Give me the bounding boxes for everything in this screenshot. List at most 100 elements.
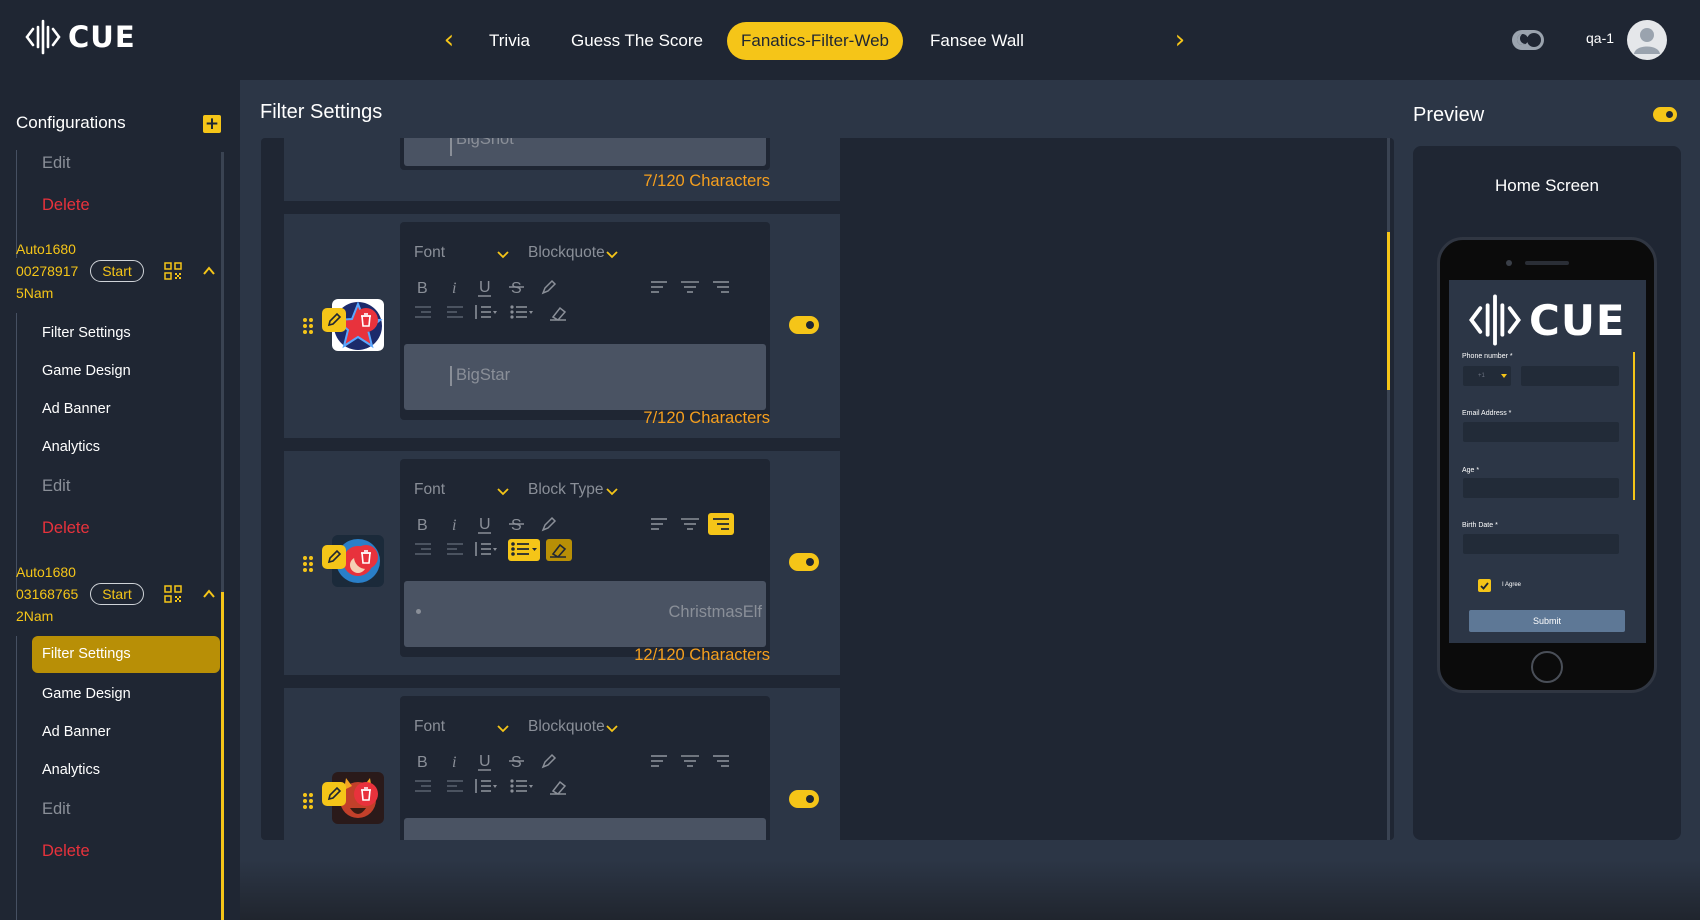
- preview-toggle[interactable]: [1653, 107, 1677, 122]
- qr-code-icon[interactable]: [164, 585, 182, 603]
- chevron-down-icon[interactable]: [605, 722, 619, 734]
- sidebar-item-edit[interactable]: Edit: [42, 154, 70, 173]
- underline-icon[interactable]: U: [472, 750, 498, 772]
- drag-handle-icon[interactable]: [302, 555, 314, 573]
- strikethrough-icon[interactable]: S: [504, 276, 530, 298]
- trash-icon[interactable]: [354, 782, 378, 806]
- trash-icon[interactable]: [354, 545, 378, 569]
- align-center-icon[interactable]: [677, 513, 703, 535]
- trash-icon[interactable]: [354, 308, 378, 332]
- italic-icon[interactable]: i: [442, 513, 468, 535]
- game-name[interactable]: Auto1680 00278917 5Nam: [16, 238, 78, 304]
- chevron-down-icon[interactable]: [496, 485, 510, 497]
- highlight-icon[interactable]: [536, 276, 562, 298]
- sidebar-item-filter-settings[interactable]: Filter Settings: [32, 636, 220, 673]
- tab-fanatics-filter-web[interactable]: Fanatics-Filter-Web: [727, 22, 903, 60]
- bold-icon[interactable]: B: [410, 750, 436, 772]
- sidebar-item-game-design[interactable]: Game Design: [42, 363, 131, 379]
- add-configuration-button[interactable]: +: [203, 115, 221, 133]
- sidebar-item-filter-settings[interactable]: Filter Settings: [42, 325, 131, 341]
- chevron-down-icon[interactable]: [496, 722, 510, 734]
- start-button[interactable]: Start: [90, 260, 144, 282]
- block-type-select[interactable]: Blockquote: [528, 718, 605, 736]
- ordered-list-icon[interactable]: [472, 539, 498, 561]
- sidebar-item-delete[interactable]: Delete: [42, 196, 90, 215]
- block-type-select[interactable]: Blockquote: [528, 244, 605, 262]
- align-left-icon[interactable]: [646, 750, 672, 772]
- font-select[interactable]: Font: [414, 718, 445, 736]
- bullet-list-icon[interactable]: [508, 539, 540, 561]
- tab-trivia[interactable]: Trivia: [475, 22, 544, 60]
- filter-enabled-toggle[interactable]: [789, 790, 819, 808]
- filter-text-input[interactable]: ChristmasElf: [404, 581, 766, 647]
- qr-code-icon[interactable]: [164, 262, 182, 280]
- sidebar-scroll-thumb[interactable]: [221, 592, 224, 920]
- sidebar-item-analytics[interactable]: Analytics: [42, 762, 100, 778]
- edit-icon[interactable]: [322, 308, 346, 332]
- indent-icon[interactable]: [410, 539, 436, 561]
- nav-prev-arrow-icon[interactable]: ‹: [437, 26, 461, 54]
- start-button[interactable]: Start: [90, 583, 144, 605]
- sidebar-item-ad-banner[interactable]: Ad Banner: [42, 724, 111, 740]
- bold-icon[interactable]: B: [410, 276, 436, 298]
- align-left-icon[interactable]: [646, 513, 672, 535]
- filter-text-input[interactable]: BigStar: [404, 344, 766, 410]
- chevron-up-icon[interactable]: [202, 587, 216, 601]
- sidebar-scrollbar[interactable]: [221, 152, 224, 920]
- ordered-list-icon[interactable]: [472, 776, 498, 798]
- theme-toggle[interactable]: [1512, 30, 1544, 50]
- sidebar-item-analytics[interactable]: Analytics: [42, 439, 100, 455]
- italic-icon[interactable]: i: [442, 750, 468, 772]
- sidebar-item-delete[interactable]: Delete: [42, 842, 90, 861]
- strikethrough-icon[interactable]: S: [504, 750, 530, 772]
- filter-list-scrollbar[interactable]: [1387, 138, 1390, 840]
- tab-fansee-wall[interactable]: Fansee Wall: [916, 22, 1038, 60]
- edit-icon[interactable]: [322, 782, 346, 806]
- sidebar-item-edit[interactable]: Edit: [42, 477, 70, 496]
- eraser-icon[interactable]: [546, 539, 572, 561]
- drag-handle-icon[interactable]: [302, 317, 314, 335]
- bold-icon[interactable]: B: [410, 513, 436, 535]
- align-center-icon[interactable]: [677, 750, 703, 772]
- underline-icon[interactable]: U: [472, 276, 498, 298]
- filter-text-input[interactable]: BigShot: [404, 138, 766, 166]
- indent-icon[interactable]: [410, 302, 436, 324]
- avatar[interactable]: [1627, 20, 1667, 60]
- align-left-icon[interactable]: [646, 276, 672, 298]
- sidebar-item-delete[interactable]: Delete: [42, 519, 90, 538]
- sidebar-item-game-design[interactable]: Game Design: [42, 686, 131, 702]
- game-name[interactable]: Auto1680 03168765 2Nam: [16, 561, 78, 627]
- block-type-select[interactable]: Block Type: [528, 481, 604, 499]
- nav-next-arrow-icon[interactable]: ›: [1168, 26, 1192, 54]
- italic-icon[interactable]: i: [442, 276, 468, 298]
- strikethrough-icon[interactable]: S: [504, 513, 530, 535]
- eraser-icon[interactable]: [546, 302, 572, 324]
- align-right-icon[interactable]: [708, 750, 734, 772]
- eraser-icon[interactable]: [546, 776, 572, 798]
- highlight-icon[interactable]: [536, 750, 562, 772]
- app-logo[interactable]: CUE: [24, 18, 136, 56]
- sidebar-item-edit[interactable]: Edit: [42, 800, 70, 819]
- align-center-icon[interactable]: [677, 276, 703, 298]
- align-right-icon[interactable]: [708, 513, 734, 535]
- edit-icon[interactable]: [322, 545, 346, 569]
- bullet-list-icon[interactable]: [508, 776, 534, 798]
- drag-handle-icon[interactable]: [302, 792, 314, 810]
- highlight-icon[interactable]: [536, 513, 562, 535]
- outdent-icon[interactable]: [442, 776, 468, 798]
- tab-guess-the-score[interactable]: Guess The Score: [557, 22, 717, 60]
- outdent-icon[interactable]: [442, 539, 468, 561]
- underline-icon[interactable]: U: [472, 513, 498, 535]
- font-select[interactable]: Font: [414, 481, 445, 499]
- align-right-icon[interactable]: [708, 276, 734, 298]
- filter-list-scroll-thumb[interactable]: [1387, 232, 1390, 390]
- filter-text-input[interactable]: [404, 818, 766, 840]
- chevron-down-icon[interactable]: [605, 248, 619, 260]
- chevron-down-icon[interactable]: [605, 485, 619, 497]
- sidebar-item-ad-banner[interactable]: Ad Banner: [42, 401, 111, 417]
- ordered-list-icon[interactable]: [472, 302, 498, 324]
- filter-enabled-toggle[interactable]: [789, 553, 819, 571]
- chevron-down-icon[interactable]: [496, 248, 510, 260]
- bullet-list-icon[interactable]: [508, 302, 534, 324]
- font-select[interactable]: Font: [414, 244, 445, 262]
